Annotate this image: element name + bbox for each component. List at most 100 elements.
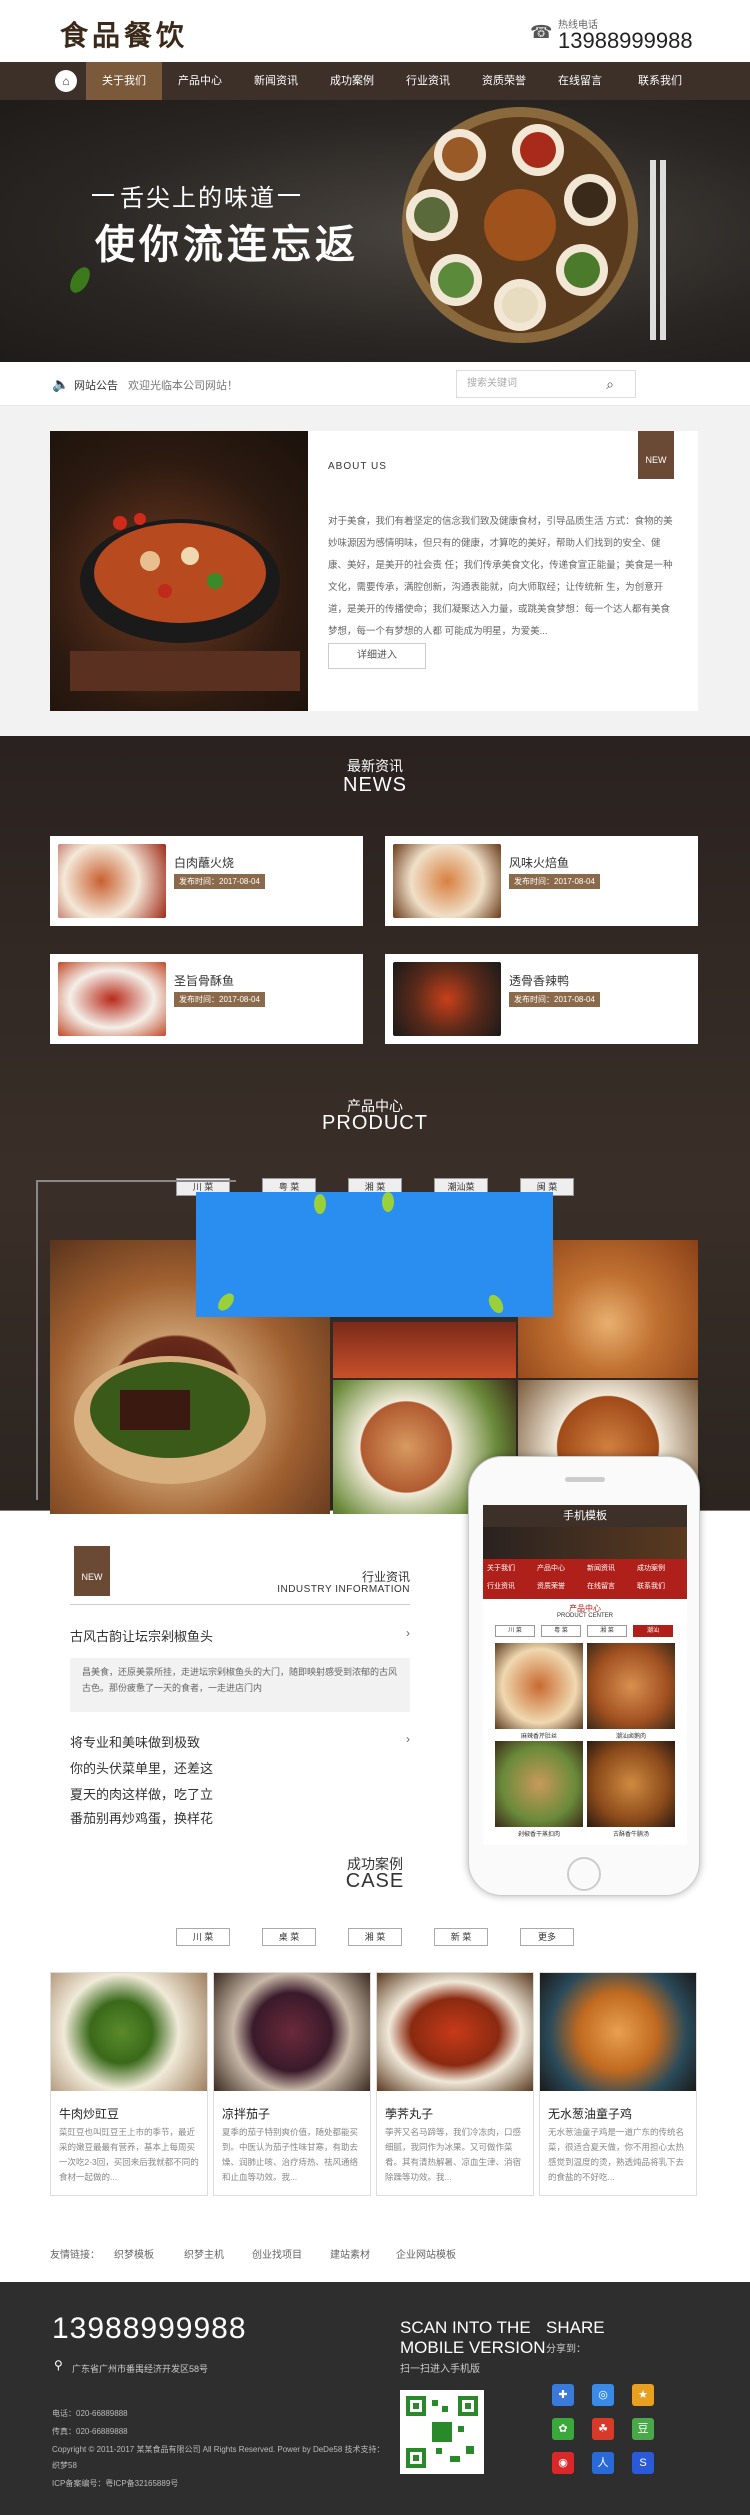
mobile-product-image[interactable] xyxy=(495,1643,583,1729)
case-card[interactable]: 牛肉炒豇豆 菜豇豆也叫豇豆王上市的季节，最近采的嫩豆最最有营养，基本上每周买一次… xyxy=(50,1972,208,2196)
news-card[interactable]: 白肉蘸火烧 发布时间：2017-08-04 xyxy=(50,836,363,926)
hotline-number: 13988999988 xyxy=(558,28,693,53)
news-card[interactable]: 圣旨骨酥鱼 发布时间：2017-08-04 xyxy=(50,954,363,1044)
nav-item-contact[interactable]: 联系我们 xyxy=(622,62,698,100)
nav-item-industry[interactable]: 行业资讯 xyxy=(390,62,466,100)
industry-title-en: INDUSTRY INFORMATION xyxy=(277,1584,410,1595)
mobile-nav-item[interactable]: 资质荣誉 xyxy=(537,1581,565,1591)
nav-item-message[interactable]: 在线留言 xyxy=(542,62,618,100)
case-title[interactable]: 牛肉炒豇豆 xyxy=(59,2105,119,2122)
industry-item[interactable]: 番茄别再炒鸡蛋，换样花 xyxy=(70,1808,213,1827)
case-thumb xyxy=(377,1973,533,2091)
mobile-tab[interactable]: 潮汕 xyxy=(633,1625,673,1637)
mobile-screen: 手机模板 关于我们 产品中心 新闻资讯 成功案例 行业资讯 资质荣誉 在线留言 … xyxy=(483,1505,687,1845)
mobile-nav-item[interactable]: 新闻资讯 xyxy=(587,1563,615,1573)
banner-line1: 舌尖上的味道 xyxy=(120,184,276,212)
chevron-right-icon[interactable]: › xyxy=(406,1732,410,1746)
about-panel: ABOUT US NEW 对于美食，我们有着坚定的信念我们致及健康食材，引导品质… xyxy=(308,431,698,711)
mobile-tab[interactable]: 川 菜 xyxy=(495,1625,535,1637)
mobile-nav-item[interactable]: 联系我们 xyxy=(637,1581,665,1591)
leaf-decoration xyxy=(70,267,90,293)
case-title[interactable]: 荸荠丸子 xyxy=(385,2105,433,2122)
nav-item-honors[interactable]: 资质荣誉 xyxy=(466,62,542,100)
mobile-product-image[interactable] xyxy=(587,1741,675,1827)
mobile-tab[interactable]: 粤 菜 xyxy=(541,1625,581,1637)
friend-link[interactable]: 织梦主机 xyxy=(184,2246,224,2261)
news-thumb xyxy=(58,962,166,1036)
notice-text[interactable]: 欢迎光临本公司网站！ xyxy=(128,377,238,393)
about-title: ABOUT US xyxy=(328,461,387,472)
hero-banner[interactable]: 舌尖上的味道 使你流连忘返 xyxy=(0,100,750,362)
chevron-right-icon[interactable]: › xyxy=(406,1626,410,1640)
news-date: 发布时间：2017-08-04 xyxy=(174,992,265,1007)
news-title[interactable]: 圣旨骨酥鱼 xyxy=(174,972,234,989)
date-prefix: 发布时间： xyxy=(179,877,219,886)
news-title[interactable]: 风味火焙鱼 xyxy=(509,854,569,871)
mobile-nav-item[interactable]: 产品中心 xyxy=(537,1563,565,1573)
mobile-product-image[interactable] xyxy=(495,1741,583,1827)
site-logo[interactable]: 食品餐饮 xyxy=(60,14,188,54)
mobile-nav-item[interactable]: 关于我们 xyxy=(487,1563,515,1573)
product-image[interactable] xyxy=(333,1322,516,1378)
links-label: 友情链接： xyxy=(50,2250,100,2261)
food-platter-image xyxy=(402,107,666,343)
clover-share-icon[interactable]: ✿ xyxy=(552,2418,574,2440)
case-card[interactable]: 荸荠丸子 荸荠又名马蹄等，我们冷冻肉，口感细腻，我同作为冰果。又可做作菜肴。其有… xyxy=(376,1972,534,2196)
renren-blue-share-icon[interactable]: 人 xyxy=(592,2452,614,2474)
renren-share-icon[interactable]: ☘ xyxy=(592,2418,614,2440)
qzone-star-share-icon[interactable]: ★ xyxy=(632,2384,654,2406)
case-title[interactable]: 凉拌茄子 xyxy=(222,2105,270,2122)
footer-icp[interactable]: ICP备案编号：粤ICP备32165889号 xyxy=(52,2478,178,2489)
home-icon[interactable]: ⌂ xyxy=(55,70,77,92)
case-tab[interactable]: 新 菜 xyxy=(434,1928,488,1946)
news-date: 发布时间：2017-08-04 xyxy=(174,874,265,889)
kaixin-share-icon[interactable]: S xyxy=(632,2452,654,2474)
weibo-share-icon[interactable]: ◉ xyxy=(552,2452,574,2474)
friend-link[interactable]: 创业找项目 xyxy=(252,2246,302,2261)
case-tab[interactable]: 川 菜 xyxy=(176,1928,230,1946)
footer-copyright-2[interactable]: 织梦58 xyxy=(52,2460,77,2471)
news-title[interactable]: 白肉蘸火烧 xyxy=(174,854,234,871)
search-icon[interactable]: ⌕ xyxy=(590,370,630,398)
mobile-nav-item[interactable]: 成功案例 xyxy=(637,1563,665,1573)
phone-icon: ☎ xyxy=(530,22,553,42)
news-card[interactable]: 风味火焙鱼 发布时间：2017-08-04 xyxy=(385,836,698,926)
industry-item[interactable]: 将专业和美味做到极致 xyxy=(70,1732,200,1751)
news-title[interactable]: 透骨香辣鸭 xyxy=(509,972,569,989)
mobile-tab[interactable]: 湘 菜 xyxy=(587,1625,627,1637)
friend-link[interactable]: 企业网站模板 xyxy=(396,2246,456,2261)
friend-link[interactable]: 建站素材 xyxy=(330,2246,370,2261)
tencent-weibo-share-icon[interactable]: ◎ xyxy=(592,2384,614,2406)
qzone-share-icon[interactable]: ✚ xyxy=(552,2384,574,2406)
speaker-icon: 🔈 xyxy=(52,376,70,392)
mobile-nav-item[interactable]: 在线留言 xyxy=(587,1581,615,1591)
case-tab[interactable]: 更多 xyxy=(520,1928,574,1946)
mobile-section-en: PRODUCT CENTER xyxy=(557,1613,613,1619)
footer-fax: 传真：020-66889888 xyxy=(52,2427,128,2436)
industry-item[interactable]: 夏天的肉这样做，吃了立 xyxy=(70,1784,213,1803)
nav-item-cases[interactable]: 成功案例 xyxy=(314,62,390,100)
douban-share-icon[interactable]: 豆 xyxy=(632,2418,654,2440)
new-badge: NEW xyxy=(74,1546,110,1596)
case-tab[interactable]: 湘 菜 xyxy=(348,1928,402,1946)
footer-tel: 电话：020-66889888 xyxy=(52,2409,128,2418)
mobile-banner xyxy=(483,1527,687,1559)
industry-summary: 昌美食，还原美景所挂，走进坛宗剁椒鱼头的大门，随即映射感受到浓郁的古风古色。那份… xyxy=(70,1658,410,1712)
news-thumb xyxy=(393,962,501,1036)
about-more-button[interactable]: 详细进入 xyxy=(328,643,426,669)
nav-item-about[interactable]: 关于我们 xyxy=(86,62,162,100)
news-card[interactable]: 透骨香辣鸭 发布时间：2017-08-04 xyxy=(385,954,698,1044)
news-date: 发布时间：2017-08-04 xyxy=(509,874,600,889)
mobile-nav-item[interactable]: 行业资讯 xyxy=(487,1581,515,1591)
mobile-product-image[interactable] xyxy=(587,1643,675,1729)
nav-item-products[interactable]: 产品中心 xyxy=(162,62,238,100)
industry-item[interactable]: 你的头伏菜单里，还差这 xyxy=(70,1758,213,1777)
industry-first-title[interactable]: 古风古韵让坛宗剁椒鱼头 xyxy=(70,1626,213,1645)
friend-link[interactable]: 织梦模板 xyxy=(114,2246,154,2261)
case-title[interactable]: 无水葱油童子鸡 xyxy=(548,2105,632,2122)
case-tab[interactable]: 桌 菜 xyxy=(262,1928,316,1946)
case-card[interactable]: 无水葱油童子鸡 无水葱油童子鸡是一道广东的传统名菜，很适合夏天做，你不用担心太热… xyxy=(539,1972,697,2196)
nav-item-news[interactable]: 新闻资讯 xyxy=(238,62,314,100)
case-card[interactable]: 凉拌茄子 夏季的茄子特别爽价值，随处都能买到。中医认为茄子性味甘寒，有助去燥、润… xyxy=(213,1972,371,2196)
location-pin-icon: ⚲ xyxy=(54,2358,63,2372)
